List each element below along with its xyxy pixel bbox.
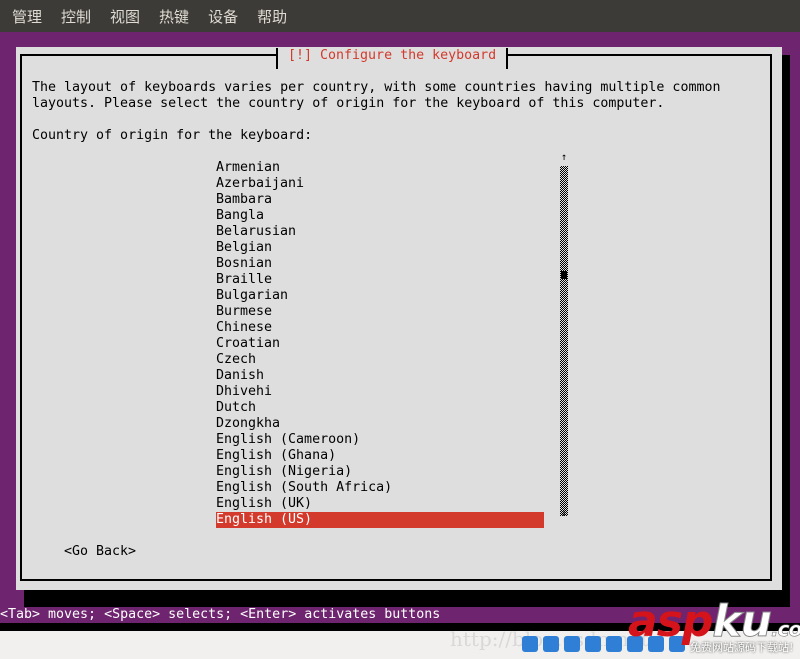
country-item[interactable]: English (Cameroon) bbox=[216, 432, 544, 448]
scrollbar[interactable]: ↑ ↓ bbox=[560, 152, 568, 520]
usb-icon[interactable] bbox=[585, 636, 601, 652]
dialog-description: The layout of keyboards varies per count… bbox=[32, 80, 721, 111]
menu-control[interactable]: 控制 bbox=[61, 6, 91, 27]
menu-help[interactable]: 帮助 bbox=[257, 6, 287, 27]
shared-folder-icon[interactable] bbox=[606, 636, 622, 652]
country-item[interactable]: English (UK) bbox=[216, 496, 544, 512]
menu-devices[interactable]: 设备 bbox=[208, 6, 238, 27]
country-item[interactable]: Danish bbox=[216, 368, 544, 384]
country-item[interactable]: English (South Africa) bbox=[216, 480, 544, 496]
audio-icon[interactable] bbox=[522, 636, 538, 652]
country-item[interactable]: Dzongkha bbox=[216, 416, 544, 432]
country-list[interactable]: Armenian Azerbaijani Bambara Bangla Belarusi… bbox=[216, 160, 544, 528]
country-item[interactable]: Bosnian bbox=[216, 256, 544, 272]
menu-hotkeys[interactable]: 热键 bbox=[159, 6, 189, 27]
country-item[interactable]: Dhivehi bbox=[216, 384, 544, 400]
scroll-up-arrow-icon[interactable]: ↑ bbox=[560, 152, 568, 164]
logo-subtitle: 免费网站源码下载站! bbox=[690, 641, 794, 654]
country-item[interactable]: Chinese bbox=[216, 320, 544, 336]
country-item[interactable]: English (US) bbox=[216, 512, 544, 528]
country-item[interactable]: Belgian bbox=[216, 240, 544, 256]
country-item[interactable]: Bambara bbox=[216, 192, 544, 208]
optical-drive-icon[interactable] bbox=[543, 636, 559, 652]
country-item[interactable]: Bulgarian bbox=[216, 288, 544, 304]
menu-bar: 管理 控制 视图 热键 设备 帮助 bbox=[0, 0, 800, 32]
menu-manage[interactable]: 管理 bbox=[12, 6, 42, 27]
country-item[interactable]: Czech bbox=[216, 352, 544, 368]
dialog-title: [!] Configure the keyboard bbox=[276, 48, 509, 69]
network-icon[interactable] bbox=[564, 636, 580, 652]
dialog-prompt: Country of origin for the keyboard: bbox=[32, 128, 313, 143]
country-item[interactable]: Bangla bbox=[216, 208, 544, 224]
country-item[interactable]: Croatian bbox=[216, 336, 544, 352]
country-item[interactable]: Burmese bbox=[216, 304, 544, 320]
country-item[interactable]: Azerbaijani bbox=[216, 176, 544, 192]
country-item[interactable]: Braille bbox=[216, 272, 544, 288]
country-item[interactable]: English (Ghana) bbox=[216, 448, 544, 464]
country-item[interactable]: English (Nigeria) bbox=[216, 464, 544, 480]
scroll-track[interactable] bbox=[560, 166, 568, 516]
keyboard-dialog: [!] Configure the keyboard The layout of… bbox=[16, 47, 782, 590]
menu-view[interactable]: 视图 bbox=[110, 6, 140, 27]
country-item[interactable]: Belarusian bbox=[216, 224, 544, 240]
go-back-button[interactable]: <Go Back> bbox=[64, 544, 136, 560]
country-item[interactable]: Dutch bbox=[216, 400, 544, 416]
scroll-thumb[interactable] bbox=[561, 271, 567, 279]
scroll-down-arrow-icon[interactable]: ↓ bbox=[560, 508, 568, 520]
country-item[interactable]: Armenian bbox=[216, 160, 544, 176]
